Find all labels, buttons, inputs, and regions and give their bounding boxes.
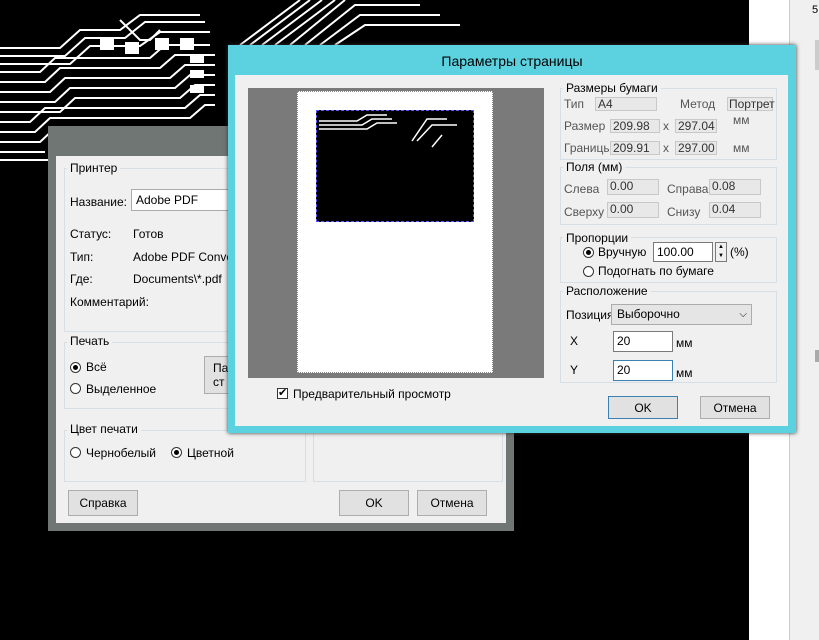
proportions-label: Пропорции bbox=[563, 231, 632, 245]
x-label: X bbox=[570, 334, 579, 348]
scale-spinner[interactable]: ▲ ▼ bbox=[715, 242, 727, 262]
print-help-button[interactable]: Справка bbox=[68, 490, 138, 516]
preview-checkbox[interactable]: ✔ bbox=[277, 388, 288, 399]
size-height-field: 297.04 bbox=[675, 119, 717, 133]
chevron-down-icon: ⌵ bbox=[739, 309, 747, 320]
color-color-radio[interactable] bbox=[171, 447, 182, 458]
scale-fit-label: Подогнать по бумаге bbox=[598, 264, 714, 278]
y-label: Y bbox=[570, 363, 579, 377]
position-select-value: Выборочно bbox=[617, 307, 680, 321]
bounds-x-sep: x bbox=[663, 141, 669, 155]
margin-left-value: 0.00 bbox=[610, 179, 634, 193]
x-input[interactable]: 20 bbox=[613, 331, 673, 352]
print-ok-button[interactable]: OK bbox=[339, 490, 409, 516]
printer-name-label: Название: bbox=[70, 195, 127, 209]
print-copies-group bbox=[313, 430, 503, 482]
preview-drawing bbox=[316, 110, 474, 222]
printer-type-label: Тип: bbox=[70, 250, 94, 264]
scale-input[interactable]: 100.00 bbox=[653, 242, 713, 262]
printer-group-label: Принтер bbox=[67, 161, 121, 175]
print-selection-label: Выделенное bbox=[86, 382, 157, 396]
margin-left-label: Слева bbox=[564, 182, 600, 196]
margin-top-label: Сверху bbox=[564, 205, 605, 219]
size-width-value: 209.98 bbox=[613, 119, 650, 133]
margin-top-value: 0.00 bbox=[610, 202, 634, 216]
margin-bottom-value: 0.04 bbox=[712, 202, 736, 216]
scale-value: 100.00 bbox=[657, 245, 694, 259]
margin-right-label: Справа bbox=[667, 182, 709, 196]
printer-status-label: Статус: bbox=[70, 227, 112, 241]
color-bw-radio[interactable] bbox=[70, 447, 81, 458]
scale-manual-label: Вручную bbox=[598, 245, 647, 259]
paper-type-label: Тип bbox=[564, 97, 585, 111]
preview-page bbox=[297, 91, 493, 373]
printer-type-value: Adobe PDF Convert bbox=[133, 250, 231, 264]
method-field: Портрет bbox=[727, 97, 775, 111]
y-value: 20 bbox=[617, 363, 631, 377]
margin-right-value: 0.08 bbox=[712, 179, 736, 193]
printer-where-value: Documents\*.pdf bbox=[133, 272, 222, 286]
size-height-value: 297.04 bbox=[678, 119, 715, 133]
print-range-label: Печать bbox=[67, 334, 113, 348]
bounds-height-field: 297.00 bbox=[675, 141, 717, 155]
side-panel-tick bbox=[815, 350, 819, 362]
color-color-label: Цветной bbox=[187, 446, 234, 460]
paper-type-value: A4 bbox=[598, 97, 613, 111]
paper-type-field: A4 bbox=[595, 97, 657, 111]
print-all-label: Всё bbox=[86, 360, 107, 374]
margin-right-field: 0.08 bbox=[709, 179, 761, 195]
x-unit: мм bbox=[676, 336, 693, 350]
print-cancel-button[interactable]: Отмена bbox=[417, 490, 487, 516]
page-setup-client: ✔ Предварительный просмотр Размеры бумаг… bbox=[235, 75, 788, 426]
bounds-height-value: 297.00 bbox=[678, 141, 715, 155]
side-panel-tick bbox=[815, 40, 819, 70]
y-unit: мм bbox=[676, 366, 693, 380]
bounds-width-value: 209.91 bbox=[613, 141, 650, 155]
bounds-unit: мм bbox=[733, 141, 750, 155]
position-group-label: Расположение bbox=[563, 284, 651, 298]
margin-left-field: 0.00 bbox=[607, 179, 659, 195]
size-label: Размер bbox=[564, 119, 606, 133]
page-setup-dialog: Параметры страницы ✔ Предварительный про… bbox=[228, 45, 796, 433]
margin-top-field: 0.00 bbox=[607, 202, 659, 218]
position-select[interactable]: Выборочно ⌵ bbox=[611, 304, 752, 325]
method-unit: мм bbox=[733, 113, 750, 127]
printer-name-value: Adobe PDF bbox=[136, 193, 199, 207]
bounds-width-field: 209.91 bbox=[610, 141, 660, 155]
margin-bottom-label: Снизу bbox=[667, 205, 701, 219]
preview-traces bbox=[319, 114, 457, 148]
scale-percent-label: (%) bbox=[730, 245, 749, 259]
size-width-field: 209.98 bbox=[610, 119, 660, 133]
print-color-label: Цвет печати bbox=[67, 422, 141, 436]
printer-status-value: Готов bbox=[133, 227, 164, 241]
printer-where-label: Где: bbox=[70, 272, 93, 286]
method-value: Портрет bbox=[729, 97, 775, 111]
color-bw-label: Чернобелый bbox=[86, 446, 156, 460]
scale-fit-radio[interactable] bbox=[583, 266, 594, 277]
preview-checkbox-label: Предварительный просмотр bbox=[293, 387, 451, 401]
print-selection-radio[interactable] bbox=[70, 383, 81, 394]
setup-cancel-button[interactable]: Отмена bbox=[700, 396, 770, 419]
margins-label: Поля (мм) bbox=[563, 160, 626, 174]
printer-comment-label: Комментарий: bbox=[70, 295, 149, 309]
method-label: Метод bbox=[680, 97, 716, 111]
print-all-radio[interactable] bbox=[70, 362, 81, 373]
size-x-sep: x bbox=[663, 119, 669, 133]
x-value: 20 bbox=[617, 334, 631, 348]
margin-bottom-field: 0.04 bbox=[709, 202, 761, 218]
page-setup-title: Параметры страницы bbox=[441, 53, 583, 69]
side-panel-marker: 5 bbox=[812, 4, 819, 16]
bounds-label: Границы bbox=[564, 141, 612, 155]
y-input[interactable]: 20 bbox=[613, 360, 673, 381]
position-label: Позиция bbox=[566, 308, 614, 322]
setup-ok-button[interactable]: OK bbox=[608, 396, 678, 419]
paper-size-label: Размеры бумаги bbox=[563, 81, 661, 95]
preview-area bbox=[248, 88, 544, 378]
printer-name-select[interactable]: Adobe PDF bbox=[131, 189, 241, 211]
scale-manual-radio[interactable] bbox=[583, 247, 594, 258]
